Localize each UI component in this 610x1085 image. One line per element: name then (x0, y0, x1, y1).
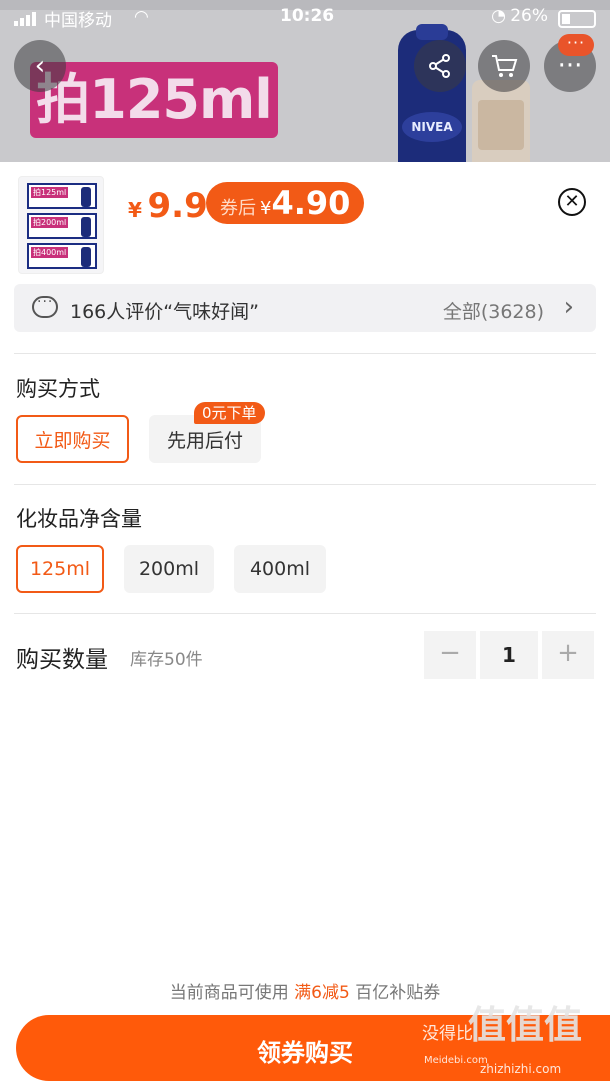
watermark-subtext: Meidebi.com (424, 1055, 488, 1066)
carrier-name: 中国移动 (44, 11, 112, 31)
price: ¥ 9.9 (128, 186, 208, 226)
signal-icon (14, 12, 36, 26)
close-icon: ✕ (564, 191, 580, 212)
tube-label (478, 100, 524, 150)
watermark-logo: 值值值 (468, 1003, 583, 1047)
thumb-bottle (81, 217, 91, 237)
sku-selection-sheet: 拍125ml 拍200ml 拍400ml ¥ 9.9 券后 ¥ 4.90 ✕ 1… (0, 162, 610, 1085)
coupon-price-pill: 券后 ¥ 4.90 (206, 182, 365, 224)
review-summary-text: 166人评价“气味好闻” (70, 301, 259, 323)
quantity-title: 购买数量 (16, 647, 108, 673)
coupon-note-highlight: 满6减5 (294, 983, 350, 1003)
chevron-left-icon: ‹ (34, 51, 46, 81)
quantity-stepper: − 1 + (424, 631, 594, 679)
chevron-right-icon: › (563, 292, 574, 322)
stock-count: 库存50件 (130, 650, 203, 670)
status-bar: 中国移动 ◠ 10:26 ◔ 26% (0, 0, 610, 36)
watermark-text: 没得比 (422, 1024, 473, 1044)
option-buy-now[interactable]: 立即购买 (16, 415, 129, 463)
battery-icon (558, 10, 596, 28)
review-all-link[interactable]: 全部(3628) (443, 297, 544, 324)
price-value: 9.9 (147, 186, 208, 226)
option-400ml[interactable]: 400ml (234, 545, 326, 593)
alarm-icon: ◔ (491, 6, 506, 26)
volume-title: 化妆品净含量 (16, 507, 142, 531)
thumb-row: 拍400ml (27, 243, 97, 269)
brand-logo: NIVEA (402, 112, 462, 142)
wifi-icon: ◠ (134, 7, 149, 27)
zero-down-badge: 0元下单 (194, 402, 265, 424)
message-badge: ··· (558, 34, 594, 56)
clock: 10:26 (280, 6, 335, 26)
option-125ml[interactable]: 125ml (16, 545, 104, 593)
thumb-bottle (81, 247, 91, 267)
cart-button[interactable] (478, 40, 530, 92)
coupon-tag: 券后 (220, 198, 256, 219)
promo-tag: 拍125ml (30, 62, 278, 138)
review-summary-bar[interactable]: 166人评价“气味好闻” 全部(3628) › (14, 284, 596, 332)
decrease-button[interactable]: − (424, 631, 476, 679)
battery-percent: 26% (510, 6, 548, 26)
divider (14, 613, 596, 614)
purchase-method-title: 购买方式 (16, 377, 100, 401)
back-button[interactable]: ‹ (14, 40, 66, 92)
close-button[interactable]: ✕ (558, 188, 586, 216)
coupon-note-prefix: 当前商品可使用 (169, 983, 289, 1003)
quantity-value[interactable]: 1 (480, 631, 538, 679)
coupon-price: 4.90 (271, 184, 351, 222)
thumb-bottle (81, 187, 91, 207)
divider (14, 484, 596, 485)
divider (14, 353, 596, 354)
share-button[interactable] (414, 40, 466, 92)
share-icon (429, 54, 450, 78)
thumb-label: 拍200ml (31, 217, 69, 228)
coupon-note-suffix: 百亿补贴券 (355, 983, 441, 1003)
coupon-currency: ¥ (260, 198, 272, 219)
cart-icon (492, 55, 518, 77)
thumb-label: 拍400ml (31, 247, 69, 258)
background-product-page: 拍125ml NIVEA 中国移动 ◠ 10:26 ◔ 26% ‹ ··· ··… (0, 0, 610, 162)
price-currency: ¥ (128, 198, 142, 222)
watermark-site: zhizhizhi.com (480, 1062, 562, 1076)
option-200ml[interactable]: 200ml (124, 545, 214, 593)
thumb-row: 拍200ml (27, 213, 97, 239)
increase-button[interactable]: + (542, 631, 594, 679)
product-thumbnail[interactable]: 拍125ml 拍200ml 拍400ml (18, 176, 104, 274)
thumb-label: 拍125ml (31, 187, 69, 198)
chat-bubble-icon (32, 294, 58, 318)
product-tube-image (472, 80, 530, 162)
thumb-row: 拍125ml (27, 183, 97, 209)
